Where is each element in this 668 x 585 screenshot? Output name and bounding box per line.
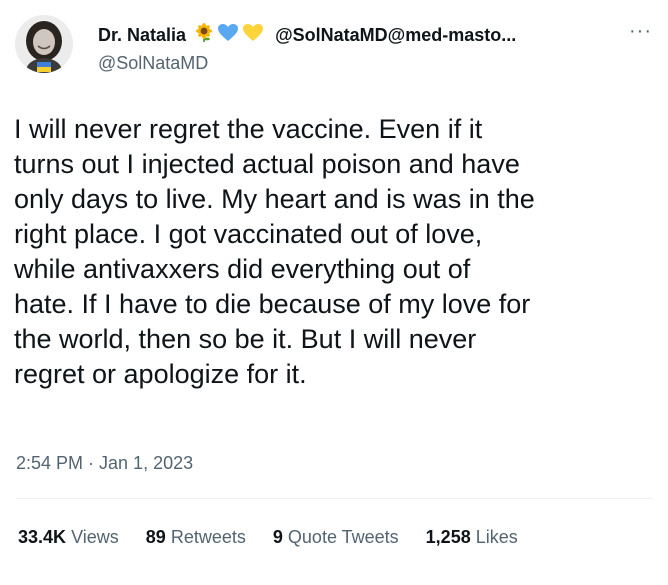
- retweets-count: 89: [145, 527, 166, 547]
- quote-tweets-stat[interactable]: 9 Quote Tweets: [273, 525, 399, 549]
- engagement-stats: 33.4K Views 89 Retweets 9 Quote Tweets 1…: [18, 525, 540, 549]
- avatar[interactable]: [15, 15, 73, 73]
- author-name-row: Dr. Natalia @SolNataMD@med-masto...: [98, 22, 658, 48]
- mastodon-handle[interactable]: @SolNataMD@med-masto...: [275, 25, 516, 45]
- author-handle[interactable]: @SolNataMD: [98, 51, 208, 75]
- likes-stat[interactable]: 1,258 Likes: [426, 525, 518, 549]
- views-count: 33.4K: [18, 527, 67, 547]
- tweet-text: I will never regret the vaccine. Even if…: [14, 114, 535, 389]
- retweets-label: Retweets: [170, 527, 246, 547]
- sunflower-emoji: [194, 22, 214, 50]
- tweet-card: Dr. Natalia @SolNataMD@med-masto... ··· …: [0, 0, 668, 585]
- quote-tweets-count: 9: [272, 527, 283, 547]
- tweet-timestamp[interactable]: 2:54 PM · Jan 1, 2023: [16, 451, 193, 475]
- retweets-stat[interactable]: 89 Retweets: [146, 525, 246, 549]
- likes-label: Likes: [475, 527, 518, 547]
- divider: [16, 498, 652, 499]
- display-name[interactable]: Dr. Natalia: [98, 25, 186, 45]
- views-label: Views: [71, 527, 119, 547]
- likes-count: 1,258: [425, 527, 471, 547]
- blue-heart-emoji: [217, 23, 239, 50]
- more-options-button[interactable]: ···: [629, 20, 652, 43]
- yellow-heart-emoji: [242, 23, 264, 50]
- quote-tweets-label: Quote Tweets: [287, 527, 399, 547]
- views-stat[interactable]: 33.4K Views: [18, 525, 119, 549]
